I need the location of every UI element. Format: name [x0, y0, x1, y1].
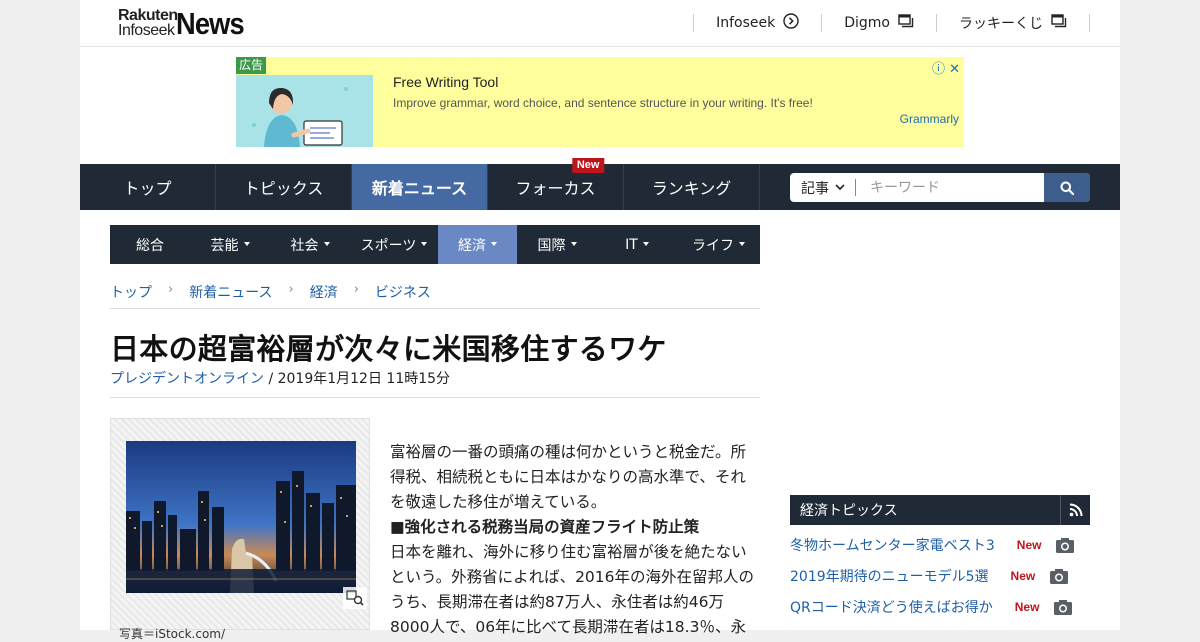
ad-label: 広告 [236, 57, 267, 74]
category-nav: 総合 芸能 社会 スポーツ 経済 国際 IT ライフ [110, 225, 760, 264]
caret-down-icon [642, 241, 649, 246]
nav-item-label: フォーカス [515, 179, 596, 198]
nav-item-ranking[interactable]: ランキング [624, 164, 760, 210]
article-title: 日本の超富裕層が次々に米国移住するワケ [110, 332, 667, 366]
category-label: IT [625, 236, 638, 253]
caret-down-icon [491, 241, 497, 246]
breadcrumb: トップ › 新着ニュース › 経済 › ビジネス [110, 282, 760, 309]
ad-description: Improve grammar, word choice, and senten… [393, 96, 813, 110]
sidebar-header-title: 経済トピックス [800, 503, 898, 519]
logo-news: News [176, 6, 245, 41]
new-badge: New [1010, 569, 1036, 583]
camera-icon [1055, 537, 1075, 554]
header-link-lucky-kuji[interactable]: ラッキーくじ [936, 14, 1090, 32]
new-badge: New [1014, 600, 1040, 614]
breadcrumb-top[interactable]: トップ [110, 282, 152, 308]
article-photo[interactable] [126, 441, 356, 593]
zoom-icon[interactable] [343, 587, 367, 609]
article-body: 富裕層の一番の頭痛の種は何かというと税金だ。所得税、相続税ともに日本はかなりの高… [390, 440, 760, 640]
external-window-icon [898, 14, 914, 32]
divider [110, 397, 760, 398]
category-economy[interactable]: 経済 [438, 225, 517, 264]
sidebar-topic-item[interactable]: QRコード決済どう使えばお得か New [790, 596, 1073, 618]
search-form: 記事 [790, 173, 1090, 202]
header-link-label: Digmo [844, 15, 890, 31]
chevron-right-icon: › [168, 282, 174, 297]
new-badge: New [571, 158, 605, 173]
category-label: 総合 [136, 237, 164, 254]
caret-down-icon [243, 241, 250, 246]
article-paragraph: 富裕層の一番の頭痛の種は何かというと税金だ。所得税、相続税ともに日本はかなりの高… [390, 443, 747, 511]
sidebar-topic-item[interactable]: 2019年期待のニューモデル5選 New [790, 565, 1069, 587]
sidebar-economy-topics-header: 経済トピックス [790, 495, 1090, 525]
camera-icon [1049, 568, 1069, 585]
rss-icon[interactable] [1060, 495, 1090, 525]
arrow-circle-right-icon [783, 13, 799, 33]
ad-brand[interactable]: Grammarly [900, 112, 959, 126]
topic-title[interactable]: 2019年期待のニューモデル5選 [790, 566, 989, 586]
topic-title[interactable]: QRコード決済どう使えばお得か [790, 597, 993, 617]
ad-banner[interactable]: 広告 Free Writing Tool Improve grammar, wo… [236, 57, 964, 147]
breadcrumb-business[interactable]: ビジネス [375, 282, 431, 308]
sidebar-topic-item[interactable]: 冬物ホームセンター家電ベスト3 New [790, 534, 1075, 556]
site-logo[interactable]: Rakuten Infoseek News [118, 7, 258, 41]
search-button[interactable] [1044, 173, 1090, 202]
search-type-value: 記事 [801, 180, 829, 197]
new-badge: New [1016, 538, 1042, 552]
chevron-right-icon: › [288, 282, 294, 297]
caret-down-icon [739, 241, 745, 246]
page: Rakuten Infoseek News Infoseek Digmo ラッキ… [80, 0, 1120, 641]
nav-item-topics[interactable]: トピックス [216, 164, 352, 210]
category-label: 社会 [290, 237, 319, 254]
camera-icon [1053, 599, 1073, 616]
header-links: Infoseek Digmo ラッキーくじ [693, 13, 1090, 34]
main-nav: トップ トピックス 新着ニュース フォーカス New ランキング 記事 [80, 158, 1120, 210]
chevron-right-icon: › [353, 282, 359, 297]
search-icon [1060, 181, 1074, 195]
nav-item-focus[interactable]: フォーカス New [488, 158, 624, 210]
caret-down-icon [323, 241, 330, 246]
article-subheading: ■強化される税務当局の資産フライト防止策 [390, 518, 700, 536]
search-input[interactable] [856, 173, 1044, 202]
nav-item-top[interactable]: トップ [80, 164, 216, 210]
ad-title[interactable]: Free Writing Tool [393, 74, 498, 90]
category-life[interactable]: ライフ [677, 225, 760, 264]
category-label: スポーツ [360, 237, 417, 254]
article-source[interactable]: プレジデントオンライン [110, 371, 264, 387]
caret-down-icon [570, 241, 577, 246]
header-link-label: Infoseek [716, 15, 776, 31]
site-header: Rakuten Infoseek News Infoseek Digmo ラッキ… [80, 0, 1120, 47]
nav-item-new-news[interactable]: 新着ニュース [352, 164, 488, 210]
category-society[interactable]: 社会 [270, 225, 350, 264]
chevron-down-icon [835, 184, 845, 191]
category-it[interactable]: IT [597, 225, 677, 264]
ad-close-icon[interactable]: ⓘ ✕ [932, 58, 960, 77]
caret-down-icon [421, 241, 428, 246]
category-international[interactable]: 国際 [517, 225, 597, 264]
article-meta: プレジデントオンライン / 2019年1月12日 11時15分 [110, 368, 450, 388]
photo-caption: 写真＝iStock.com/ [119, 627, 226, 641]
category-entertainment[interactable]: 芸能 [190, 225, 270, 264]
header-link-label: ラッキーくじ [959, 16, 1043, 32]
article-photo-box: 写真＝iStock.com/ [110, 418, 370, 641]
header-link-infoseek[interactable]: Infoseek [693, 13, 821, 33]
topic-title[interactable]: 冬物ホームセンター家電ベスト3 [790, 535, 995, 555]
category-label: 経済 [458, 237, 486, 254]
category-label: 芸能 [210, 237, 239, 254]
category-label: 国際 [537, 237, 566, 254]
search-type-select[interactable]: 記事 [790, 173, 856, 202]
category-label: ライフ [692, 237, 734, 254]
header-link-digmo[interactable]: Digmo [821, 14, 936, 32]
article-date: / 2019年1月12日 11時15分 [264, 371, 451, 387]
breadcrumb-new-news[interactable]: 新着ニュース [189, 282, 272, 308]
breadcrumb-economy[interactable]: 経済 [310, 282, 338, 308]
category-sports[interactable]: スポーツ [350, 225, 438, 264]
article-paragraph: 日本を離れ、海外に移り住む富裕層が後を絶たないという。外務省によれば、2016年… [390, 543, 755, 636]
ad-illustration [236, 75, 373, 147]
logo-infoseek: Infoseek [118, 22, 175, 39]
category-general[interactable]: 総合 [110, 225, 190, 264]
external-window-icon [1051, 14, 1067, 32]
